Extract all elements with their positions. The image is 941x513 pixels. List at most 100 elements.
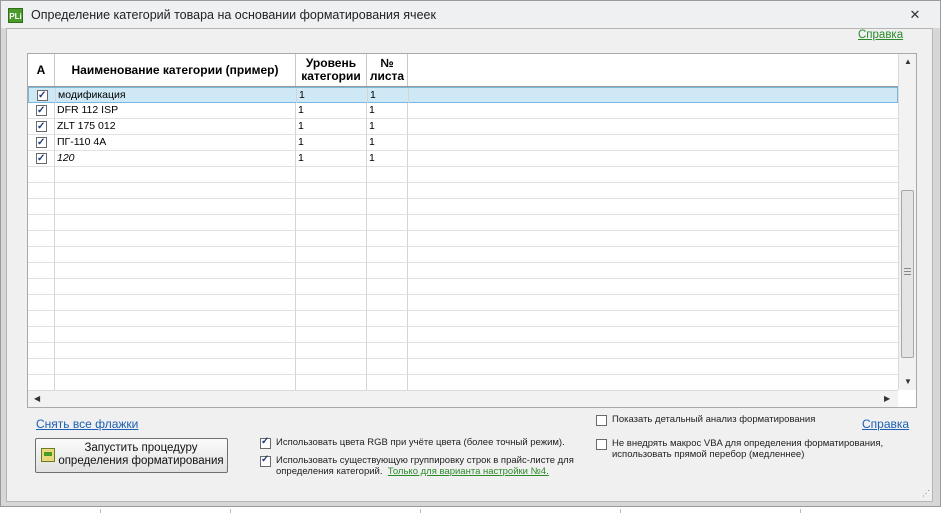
cell-level[interactable] (296, 167, 367, 182)
cell-sheet[interactable] (367, 343, 408, 358)
category-table[interactable]: A Наименование категории (пример) Уровен… (27, 53, 917, 408)
cell-name[interactable]: модификация (56, 88, 297, 103)
option-use-rgb[interactable]: Использовать цвета RGB при учёте цвета (… (260, 436, 590, 451)
cell-checkbox[interactable] (28, 103, 55, 118)
scroll-left-icon[interactable]: ◀ (34, 394, 40, 403)
cell-level[interactable] (296, 311, 367, 326)
cell-level[interactable] (296, 343, 367, 358)
table-row[interactable] (28, 199, 898, 215)
option-use-grouping[interactable]: Использовать существующую группировку ст… (260, 454, 600, 479)
table-row[interactable] (28, 247, 898, 263)
cell-checkbox[interactable] (28, 135, 55, 150)
table-row[interactable]: DFR 112 ISP11 (28, 103, 898, 119)
row-checkbox[interactable] (36, 135, 47, 150)
cell-name[interactable] (55, 311, 296, 326)
cell-checkbox[interactable] (28, 151, 55, 166)
table-row[interactable] (28, 359, 898, 375)
table-row[interactable] (28, 167, 898, 183)
cell-sheet[interactable] (367, 279, 408, 294)
column-header-name[interactable]: Наименование категории (пример) (55, 54, 296, 86)
cell-sheet[interactable] (367, 295, 408, 310)
cell-checkbox[interactable] (28, 119, 55, 134)
cell-name[interactable]: DFR 112 ISP (55, 103, 296, 118)
scroll-down-icon[interactable]: ▼ (904, 377, 912, 386)
cell-sheet[interactable]: 1 (368, 88, 409, 103)
vertical-scrollbar[interactable]: ▲ ▼ (898, 54, 916, 390)
cell-name[interactable] (55, 247, 296, 262)
cell-level[interactable] (296, 279, 367, 294)
cell-checkbox[interactable] (28, 199, 55, 214)
cell-checkbox[interactable] (28, 279, 55, 294)
cell-level[interactable] (296, 359, 367, 374)
cell-checkbox[interactable] (28, 215, 55, 230)
show-detail-checkbox[interactable] (596, 415, 607, 426)
table-row[interactable]: 12011 (28, 151, 898, 167)
help-link-top[interactable]: Справка (858, 29, 903, 41)
cell-level[interactable]: 1 (297, 88, 368, 103)
cell-sheet[interactable] (367, 327, 408, 342)
column-header-sheet[interactable]: № листа (367, 54, 408, 86)
option-show-detail[interactable]: Показать детальный анализ форматирования (596, 414, 846, 428)
row-checkbox[interactable] (37, 88, 48, 103)
cell-name[interactable] (55, 375, 296, 390)
cell-checkbox[interactable] (28, 231, 55, 246)
cell-sheet[interactable] (367, 167, 408, 182)
scroll-right-icon[interactable]: ▶ (884, 394, 890, 403)
cell-sheet[interactable] (367, 183, 408, 198)
scroll-up-icon[interactable]: ▲ (904, 57, 912, 66)
cell-sheet[interactable] (367, 359, 408, 374)
cell-level[interactable]: 1 (296, 151, 367, 166)
cell-sheet[interactable] (367, 231, 408, 246)
table-row[interactable]: ПГ-110 4А11 (28, 135, 898, 151)
table-row[interactable]: ZLT 175 01211 (28, 119, 898, 135)
cell-sheet[interactable] (367, 311, 408, 326)
cell-name[interactable] (55, 231, 296, 246)
table-row[interactable] (28, 343, 898, 359)
cell-sheet[interactable]: 1 (367, 119, 408, 134)
cell-checkbox[interactable] (29, 88, 56, 103)
cell-name[interactable] (55, 295, 296, 310)
run-procedure-button[interactable]: Запустить процедуру определения форматир… (35, 438, 228, 473)
vertical-scroll-thumb[interactable] (901, 190, 914, 358)
row-checkbox[interactable] (36, 151, 47, 166)
cell-sheet[interactable] (367, 375, 408, 390)
cell-checkbox[interactable] (28, 375, 55, 390)
cell-name[interactable] (55, 359, 296, 374)
cell-name[interactable]: ZLT 175 012 (55, 119, 296, 134)
cell-name[interactable]: 120 (55, 151, 296, 166)
cell-name[interactable] (55, 327, 296, 342)
close-button[interactable]: ✕ (907, 8, 923, 22)
cell-sheet[interactable] (367, 247, 408, 262)
cell-checkbox[interactable] (28, 183, 55, 198)
cell-checkbox[interactable] (28, 343, 55, 358)
variant4-note-link[interactable]: Только для варианта настройки №4. (388, 466, 549, 477)
cell-checkbox[interactable] (28, 263, 55, 278)
cell-name[interactable] (55, 343, 296, 358)
cell-sheet[interactable] (367, 199, 408, 214)
cell-sheet[interactable]: 1 (367, 103, 408, 118)
cell-level[interactable] (296, 231, 367, 246)
use-grouping-checkbox[interactable] (260, 454, 271, 467)
cell-name[interactable] (55, 279, 296, 294)
cell-level[interactable]: 1 (296, 119, 367, 134)
cell-checkbox[interactable] (28, 327, 55, 342)
table-row[interactable] (28, 279, 898, 295)
cell-name[interactable] (55, 263, 296, 278)
cell-sheet[interactable]: 1 (367, 135, 408, 150)
cell-name[interactable] (55, 199, 296, 214)
table-row[interactable] (28, 295, 898, 311)
cell-sheet[interactable] (367, 215, 408, 230)
cell-sheet[interactable]: 1 (367, 151, 408, 166)
cell-name[interactable]: ПГ-110 4А (55, 135, 296, 150)
table-row[interactable] (28, 375, 898, 391)
option-no-vba[interactable]: Не внедрять макрос VBA для определения ф… (596, 438, 896, 462)
cell-checkbox[interactable] (28, 247, 55, 262)
table-row[interactable]: модификация11 (28, 87, 898, 103)
cell-level[interactable]: 1 (296, 103, 367, 118)
cell-level[interactable] (296, 295, 367, 310)
cell-level[interactable] (296, 183, 367, 198)
column-header-level[interactable]: Уровень категории (296, 54, 367, 86)
table-row[interactable] (28, 327, 898, 343)
cell-sheet[interactable] (367, 263, 408, 278)
cell-level[interactable] (296, 199, 367, 214)
